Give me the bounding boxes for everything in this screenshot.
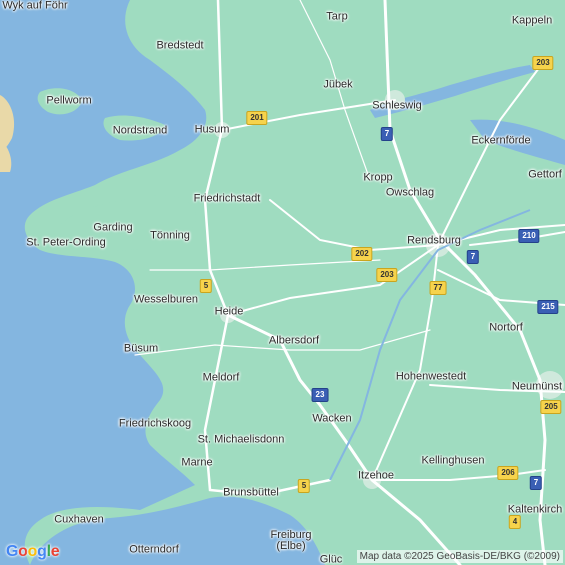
- shield-b5-north: 5: [199, 279, 213, 293]
- place-nortorf[interactable]: Nortorf: [489, 322, 523, 334]
- google-logo[interactable]: Google: [6, 543, 60, 561]
- shield-b201: 201: [246, 111, 268, 125]
- shield-b210: 210: [518, 229, 540, 243]
- place-st-peter-ording[interactable]: St. Peter-Ording: [26, 237, 105, 249]
- place-owschlag[interactable]: Owschlag: [386, 187, 434, 199]
- shield-b215: 215: [537, 300, 559, 314]
- place-albersdorf[interactable]: Albersdorf: [269, 335, 319, 347]
- minor-road-2: [149, 259, 381, 271]
- shield-a7-south: 7: [529, 476, 543, 490]
- shield-b202: 202: [351, 247, 373, 261]
- place-st-michaelisdonn[interactable]: St. Michaelisdonn: [198, 434, 285, 446]
- place-gettorf[interactable]: Gettorf: [528, 169, 562, 181]
- place-kaltenkirchen[interactable]: Kaltenkirch: [508, 504, 562, 516]
- place-friedrichskoog[interactable]: Friedrichskoog: [119, 418, 191, 430]
- shield-b203: 203: [376, 268, 398, 282]
- place-brunsbuettel[interactable]: Brunsbüttel: [223, 487, 279, 499]
- place-juebek[interactable]: Jübek: [323, 79, 352, 91]
- place-heide[interactable]: Heide: [215, 306, 244, 318]
- shield-b5-south: 5: [297, 479, 311, 493]
- place-cuxhaven[interactable]: Cuxhaven: [54, 514, 104, 526]
- place-hohenwestedt[interactable]: Hohenwestedt: [396, 371, 466, 383]
- place-rendsburg[interactable]: Rendsburg: [407, 235, 461, 247]
- place-meldorf[interactable]: Meldorf: [203, 372, 240, 384]
- shield-a7-north: 7: [380, 127, 394, 141]
- b203-road: [227, 244, 439, 316]
- place-nordstrand[interactable]: Nordstrand: [113, 125, 167, 137]
- place-marne[interactable]: Marne: [181, 457, 212, 469]
- shield-a23: 23: [311, 388, 329, 402]
- place-neumuenster[interactable]: Neumünst: [512, 381, 562, 393]
- place-kappeln[interactable]: Kappeln: [512, 15, 552, 27]
- place-wacken[interactable]: Wacken: [312, 413, 351, 425]
- place-kellinghusen[interactable]: Kellinghusen: [422, 455, 485, 467]
- place-itzehoe[interactable]: Itzehoe: [358, 470, 394, 482]
- place-wesselburen[interactable]: Wesselburen: [134, 294, 198, 306]
- place-schleswig[interactable]: Schleswig: [372, 100, 422, 112]
- place-freiburg-elbe[interactable]: Freiburg (Elbe): [271, 530, 312, 552]
- place-otterndorf[interactable]: Otterndorf: [129, 544, 179, 556]
- place-friedrichstadt[interactable]: Friedrichstadt: [194, 193, 261, 205]
- place-husum[interactable]: Husum: [195, 124, 230, 136]
- place-pellworm[interactable]: Pellworm: [46, 95, 91, 107]
- shield-b206: 206: [497, 466, 519, 480]
- place-buesum[interactable]: Büsum: [124, 343, 158, 355]
- shield-b205: 205: [540, 400, 562, 414]
- place-garding[interactable]: Garding: [93, 222, 132, 234]
- shield-b77: 77: [429, 281, 447, 295]
- place-eckernfoerde[interactable]: Eckernförde: [471, 135, 530, 147]
- north-sea-water: [0, 0, 207, 565]
- shield-b4: 4: [508, 515, 522, 529]
- shield-b203-ne: 203: [532, 56, 554, 70]
- b5-road: [203, 0, 332, 497]
- place-toenning[interactable]: Tönning: [150, 230, 190, 242]
- place-wyk-auf-foehr[interactable]: Wyk auf Föhr: [2, 0, 67, 12]
- place-tarp[interactable]: Tarp: [326, 11, 347, 23]
- map-canvas[interactable]: Wyk auf Föhr Bredstedt Tarp Kappeln Pell…: [0, 0, 565, 565]
- map-base-layer: [0, 0, 565, 565]
- b206-road: [371, 469, 546, 481]
- place-glueckstadt[interactable]: Glüc: [320, 554, 343, 565]
- shield-a7-mid: 7: [466, 250, 480, 264]
- map-attribution[interactable]: Map data ©2025 GeoBasis-DE/BKG (©2009): [356, 550, 563, 563]
- place-kropp[interactable]: Kropp: [363, 172, 392, 184]
- place-bredstedt[interactable]: Bredstedt: [156, 40, 203, 52]
